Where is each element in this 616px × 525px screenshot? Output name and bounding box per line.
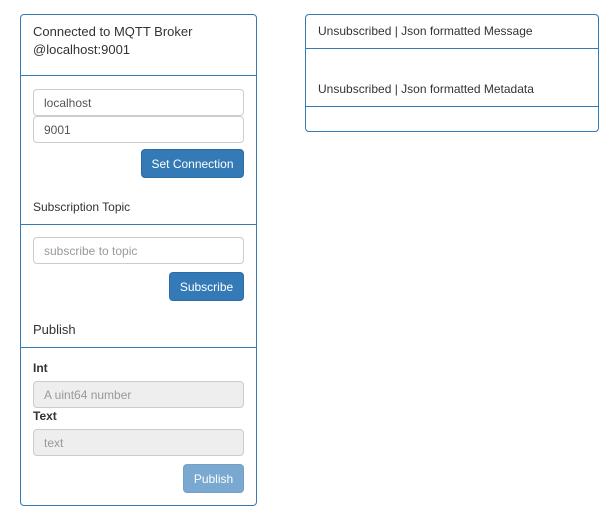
int-label: Int bbox=[33, 361, 48, 375]
subscription-topic-label: Subscription Topic bbox=[33, 200, 131, 214]
divider bbox=[21, 224, 256, 225]
connection-status-title: Connected to MQTT Broker @localhost:9001 bbox=[33, 24, 193, 57]
text-label: Text bbox=[33, 409, 57, 423]
publish-button[interactable]: Publish bbox=[183, 464, 244, 493]
divider bbox=[21, 347, 256, 348]
subscribe-button[interactable]: Subscribe bbox=[169, 272, 244, 301]
publish-label: Publish bbox=[33, 322, 76, 337]
subscribe-topic-input[interactable] bbox=[33, 237, 244, 264]
message-header: Unsubscribed | Json formatted Message bbox=[318, 24, 533, 38]
port-input[interactable] bbox=[33, 116, 244, 143]
divider bbox=[306, 48, 598, 49]
output-panel: Unsubscribed | Json formatted Message Un… bbox=[305, 14, 599, 132]
divider bbox=[306, 106, 598, 107]
int-input[interactable] bbox=[33, 381, 244, 408]
text-input[interactable] bbox=[33, 429, 244, 456]
divider bbox=[21, 75, 256, 76]
host-input[interactable] bbox=[33, 89, 244, 116]
metadata-header: Unsubscribed | Json formatted Metadata bbox=[318, 82, 534, 96]
set-connection-button[interactable]: Set Connection bbox=[141, 149, 244, 178]
connection-panel: Connected to MQTT Broker @localhost:9001… bbox=[20, 14, 257, 506]
